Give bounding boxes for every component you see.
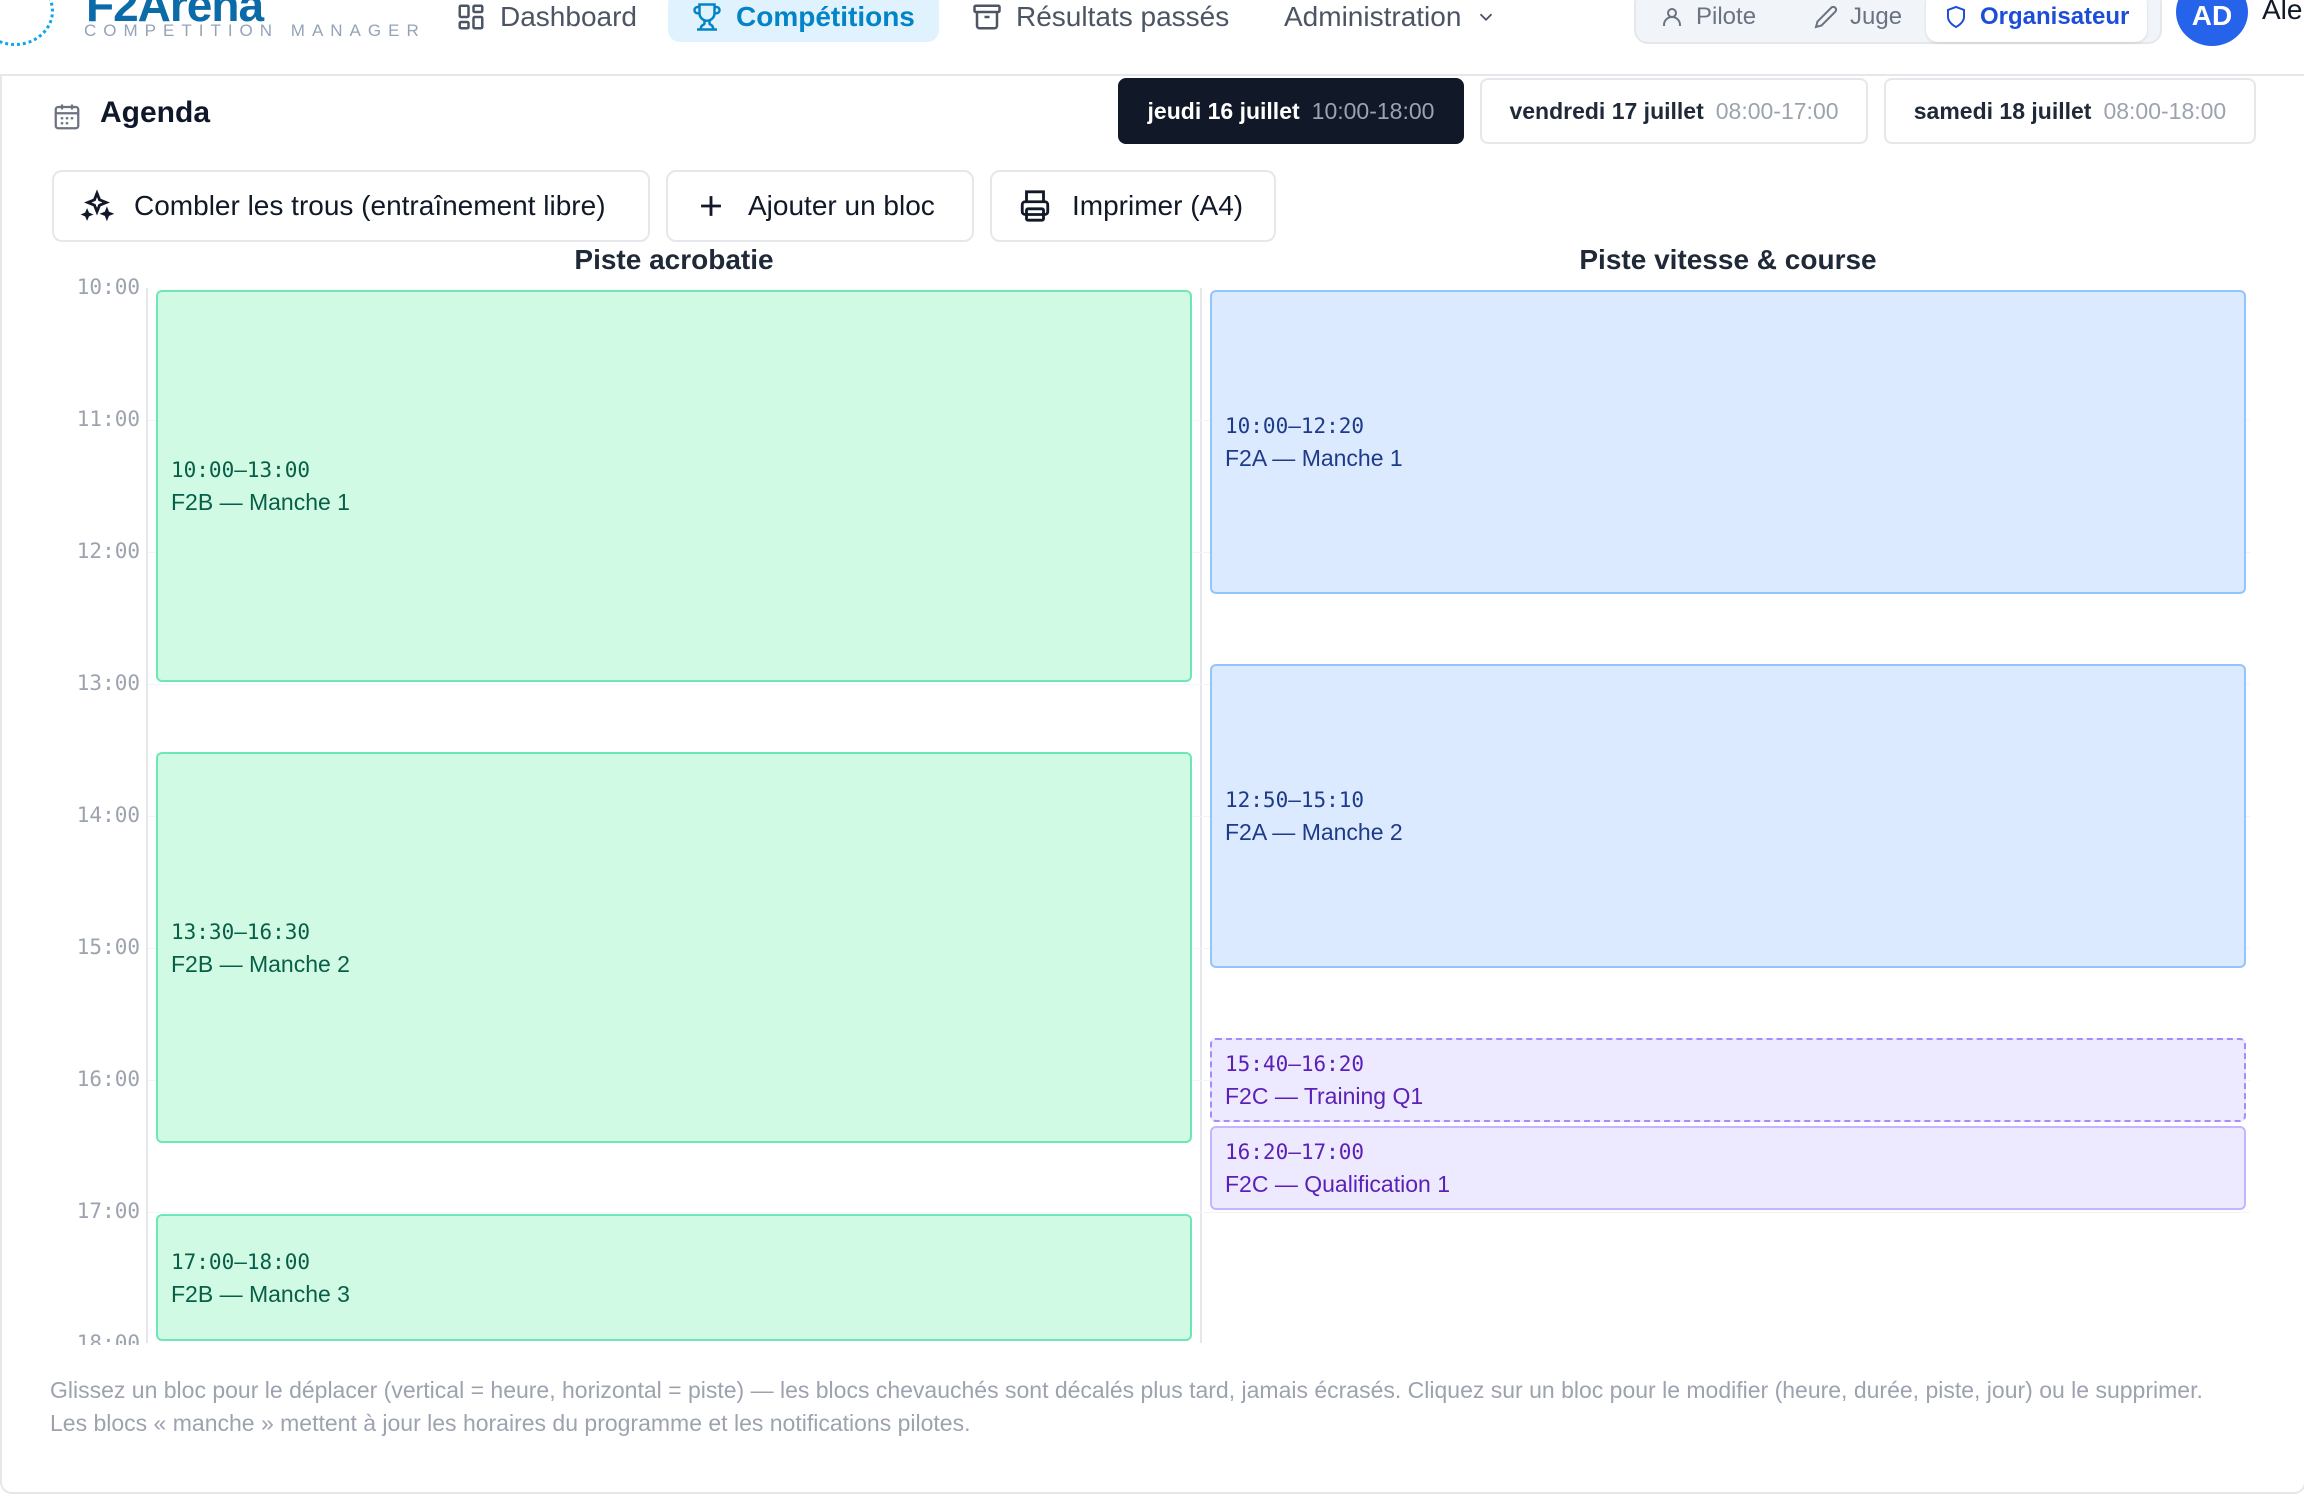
day-tab-label: jeudi 16 juillet	[1147, 97, 1300, 124]
time-label: 18:00	[76, 1331, 140, 1345]
block-time: 13:30–16:30	[171, 919, 311, 944]
plus-icon	[701, 196, 721, 216]
role-switcher: Pilote Juge Organisateur	[1634, 0, 2162, 44]
add-block-button[interactable]: Ajouter un bloc	[666, 170, 974, 242]
block-label: F2B — Manche 2	[171, 950, 350, 977]
user-icon	[1663, 8, 1681, 26]
hour-gridline	[148, 1212, 2250, 1213]
block-time: 16:20–17:00	[1225, 1140, 1365, 1164]
role-pilote-label: Pilote	[1696, 3, 1757, 30]
time-label: 10:00	[76, 275, 140, 299]
nav-past-results-label: Résultats passés	[1016, 1, 1230, 32]
day-tab-friday[interactable]: vendredi 17 juillet 08:00-17:00	[1480, 78, 1868, 144]
agenda-title: Agenda	[100, 96, 211, 129]
fill-gaps-button[interactable]: Combler les trous (entraînement libre)	[52, 170, 650, 242]
nav-competitions-label: Compétitions	[736, 1, 915, 32]
day-tab-hours: 08:00-17:00	[1715, 97, 1839, 124]
block-time: 12:50–15:10	[1225, 788, 1365, 812]
time-label: 13:00	[76, 671, 140, 695]
block-time: 10:00–13:00	[171, 458, 311, 482]
day-tab-thursday[interactable]: jeudi 16 juillet 10:00-18:00	[1118, 78, 1464, 144]
time-label: 16:00	[76, 1067, 140, 1091]
chevron-down-icon	[1480, 13, 1493, 22]
block-time: 17:00–18:00	[171, 1249, 311, 1274]
schedule-block[interactable]: 12:50–15:10 F2A — Manche 2	[1210, 664, 2246, 968]
calendar-icon	[54, 104, 80, 130]
help-text: Glissez un bloc pour le déplacer (vertic…	[50, 1377, 2203, 1436]
schedule-block[interactable]: 15:40–16:20 F2C — Training Q1	[1210, 1038, 2246, 1122]
block-label: F2A — Manche 2	[1225, 819, 1403, 845]
block-label: F2A — Manche 1	[1225, 445, 1403, 471]
time-label: 12:00	[76, 539, 140, 563]
role-organisateur[interactable]: Organisateur	[1926, 0, 2148, 42]
nav-dashboard[interactable]: Dashboard	[432, 0, 661, 42]
block-time: 15:40–16:20	[1225, 1052, 1365, 1076]
block-time: 10:00–12:20	[1225, 414, 1365, 438]
add-block-label: Ajouter un bloc	[748, 190, 935, 221]
time-label: 15:00	[76, 935, 140, 959]
block-label: F2C — Training Q1	[1225, 1083, 1424, 1109]
top-navigation: F2Arena COMPETITION MANAGER Dashboard Co…	[0, 0, 2304, 76]
schedule-block[interactable]: 17:00–18:00 F2B — Manche 3	[156, 1214, 1192, 1341]
nav-competitions[interactable]: Compétitions	[668, 0, 939, 42]
block-label: F2B — Manche 1	[171, 489, 350, 515]
day-tab-hours: 10:00-18:00	[1311, 97, 1435, 124]
print-button[interactable]: Imprimer (A4)	[990, 170, 1276, 242]
logo-icon	[0, 0, 54, 46]
archive-icon	[973, 4, 1001, 30]
block-label: F2B — Manche 3	[171, 1280, 350, 1307]
track-header-acrobatie: Piste acrobatie	[574, 244, 774, 275]
day-tab-saturday[interactable]: samedi 18 juillet 08:00-18:00	[1884, 78, 2256, 144]
schedule-block[interactable]: 16:20–17:00 F2C — Qualification 1	[1210, 1126, 2246, 1210]
avatar[interactable]: AD	[2176, 0, 2248, 46]
nav-past-results[interactable]: Résultats passés	[948, 0, 1253, 42]
schedule-block[interactable]: 10:00–12:20 F2A — Manche 1	[1210, 290, 2246, 594]
block-label: F2C — Qualification 1	[1225, 1171, 1450, 1197]
track-header-vitesse: Piste vitesse & course	[1579, 244, 1877, 275]
time-label: 14:00	[76, 803, 140, 827]
pencil-icon	[1814, 5, 1838, 29]
nav-administration-label: Administration	[1284, 1, 1462, 32]
time-label: 11:00	[76, 407, 140, 431]
printer-icon	[1020, 190, 1050, 222]
time-label: 17:00	[76, 1199, 140, 1223]
day-tab-label: vendredi 17 juillet	[1509, 97, 1704, 124]
schedule-block[interactable]: 13:30–16:30 F2B — Manche 2	[156, 752, 1192, 1143]
print-label: Imprimer (A4)	[1072, 190, 1244, 221]
day-tab-label: samedi 18 juillet	[1913, 97, 2092, 124]
brand-subtitle: COMPETITION MANAGER	[84, 21, 426, 40]
day-tab-hours: 08:00-18:00	[2103, 97, 2227, 124]
fill-gaps-label: Combler les trous (entraînement libre)	[134, 190, 606, 221]
shield-icon	[1947, 5, 1965, 29]
sparkles-icon	[80, 189, 114, 222]
trophy-icon	[693, 3, 721, 31]
dashboard-icon	[458, 4, 484, 30]
role-organisateur-label: Organisateur	[1980, 3, 2130, 30]
schedule-block[interactable]: 10:00–13:00 F2B — Manche 1	[156, 290, 1192, 682]
role-pilote[interactable]: Pilote	[1642, 0, 1774, 42]
nav-administration[interactable]: Administration	[1260, 0, 1521, 42]
role-juge-label: Juge	[1850, 3, 1903, 30]
user-name[interactable]: Ale	[2262, 0, 2302, 26]
role-juge[interactable]: Juge	[1796, 0, 1920, 42]
nav-dashboard-label: Dashboard	[500, 1, 637, 32]
